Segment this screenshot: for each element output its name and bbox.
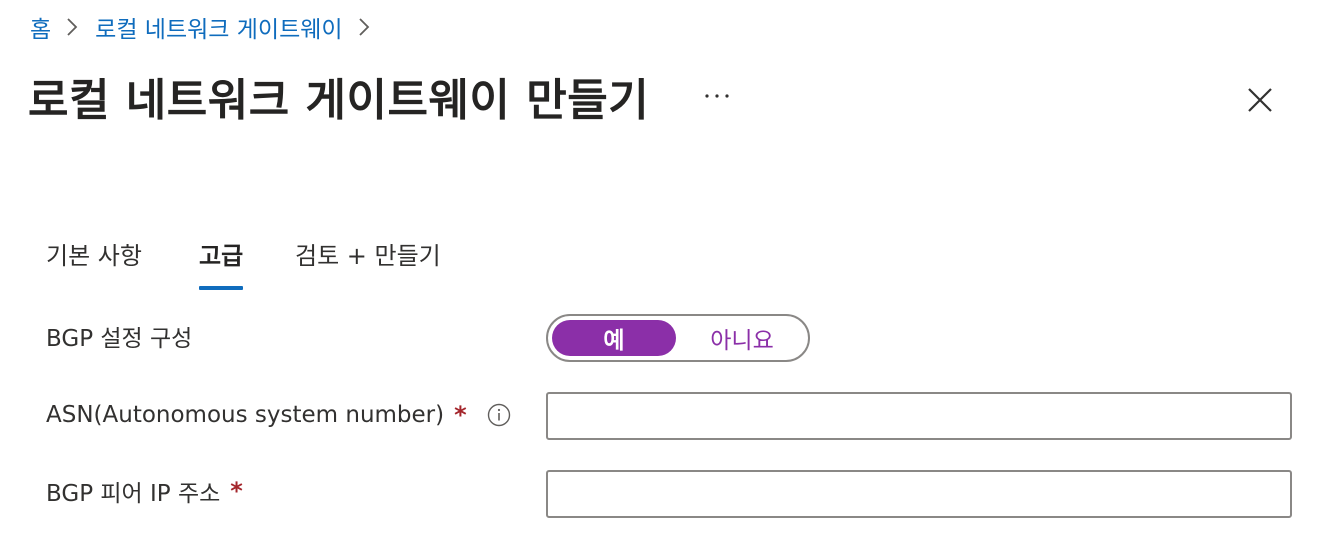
bgp-config-label: BGP 설정 구성 bbox=[46, 318, 192, 354]
asn-label-text: ASN(Autonomous system number) bbox=[46, 402, 445, 428]
bgp-config-toggle[interactable]: 예 아니요 bbox=[546, 314, 810, 362]
tab-label: 검토 + 만들기 bbox=[295, 242, 441, 270]
bgp-peer-ip-label-text: BGP 피어 IP 주소 bbox=[46, 481, 221, 507]
breadcrumb-home-link[interactable]: 홈 bbox=[30, 10, 51, 44]
bgp-no-option[interactable]: 아니요 bbox=[680, 320, 804, 356]
tab-advanced[interactable]: 고급 bbox=[199, 232, 244, 290]
asn-input[interactable] bbox=[546, 392, 1292, 440]
chevron-right-icon bbox=[357, 16, 371, 38]
close-icon bbox=[1248, 88, 1272, 112]
chevron-right-icon bbox=[65, 16, 79, 38]
tab-label: 고급 bbox=[199, 242, 244, 270]
active-tab-indicator bbox=[199, 286, 244, 290]
required-indicator: * bbox=[454, 401, 467, 429]
asn-label: ASN(Autonomous system number) * bbox=[46, 396, 511, 434]
info-icon[interactable] bbox=[487, 403, 511, 427]
bgp-config-label-text: BGP 설정 구성 bbox=[46, 326, 193, 352]
tab-review-create[interactable]: 검토 + 만들기 bbox=[295, 232, 441, 290]
breadcrumb: 홈 로컬 네트워크 게이트웨이 bbox=[30, 10, 387, 44]
tab-label: 기본 사항 bbox=[46, 242, 142, 270]
bgp-yes-option[interactable]: 예 bbox=[552, 320, 676, 356]
page-title: 로컬 네트워크 게이트웨이 만들기 bbox=[28, 75, 650, 126]
required-indicator: * bbox=[230, 477, 243, 505]
more-options-button[interactable] bbox=[698, 80, 736, 112]
more-ellipsis-icon bbox=[705, 94, 729, 98]
breadcrumb-local-network-gateway-link[interactable]: 로컬 네트워크 게이트웨이 bbox=[95, 10, 342, 44]
bgp-peer-ip-label: BGP 피어 IP 주소 * bbox=[46, 472, 243, 510]
tab-basics[interactable]: 기본 사항 bbox=[46, 232, 142, 290]
close-button[interactable] bbox=[1238, 78, 1282, 122]
bgp-peer-ip-input[interactable] bbox=[546, 470, 1292, 518]
create-local-network-gateway-page: 홈 로컬 네트워크 게이트웨이 로컬 네트워크 게이트웨이 만들기 기본 사항 … bbox=[0, 0, 1320, 534]
